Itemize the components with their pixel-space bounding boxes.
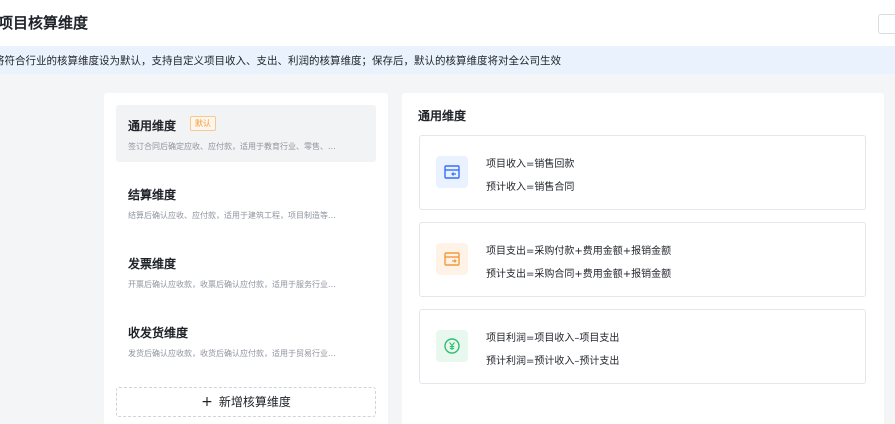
top-bar: 项目核算维度 xyxy=(0,0,895,46)
income-icon xyxy=(436,156,468,188)
plus-icon: + xyxy=(201,394,213,410)
add-dimension-button[interactable]: + 新增核算维度 xyxy=(116,387,376,417)
dimension-item-general[interactable]: 通用维度 默认 签订合同后确定应收、应付款，适用于教育行业、零售、... xyxy=(116,105,376,162)
default-badge: 默认 xyxy=(190,116,216,131)
dimension-item-invoice[interactable]: 发票维度 开票后确认应收款，收票后确认应付款，适用于服务行业... xyxy=(116,243,376,300)
dimension-desc: 签订合同后确定应收、应付款，适用于教育行业、零售、... xyxy=(128,142,336,151)
income-formula-card: 项目收入=销售回款 预计收入=销售合同 xyxy=(419,135,866,210)
formula-line: 预计支出=采购合同+费用金额+报销金额 xyxy=(486,269,672,280)
dimension-desc: 开票后确认应收款，收票后确认应付款，适用于服务行业... xyxy=(128,280,336,289)
formula-line: 预计利润=预计收入–预计支出 xyxy=(486,356,620,367)
add-dimension-label: 新增核算维度 xyxy=(218,395,291,409)
top-right-button[interactable] xyxy=(878,14,895,34)
dimension-list-panel: 通用维度 默认 签订合同后确定应收、应付款，适用于教育行业、零售、... 结算维… xyxy=(104,93,388,424)
dimension-title: 结算维度 xyxy=(128,188,177,202)
expense-formula-card: 项目支出=采购付款+费用金额+报销金额 预计支出=采购合同+费用金额+报销金额 xyxy=(419,222,866,297)
dimension-desc: 发货后确认应收款，收货后确认应付款，适用于贸易行业... xyxy=(128,349,336,358)
info-text: 将符合行业的核算维度设为默认，支持自定义项目收入、支出、利润的核算维度；保存后，… xyxy=(0,55,561,67)
profit-icon xyxy=(436,330,468,362)
formula-line: 项目利润=项目收入–项目支出 xyxy=(486,333,620,344)
expense-icon xyxy=(436,243,468,275)
page-title: 项目核算维度 xyxy=(0,14,89,32)
dimension-item-settlement[interactable]: 结算维度 结算后确认应收、应付款，适用于建筑工程，项目制造等... xyxy=(116,174,376,231)
dimension-title: 发票维度 xyxy=(128,257,177,271)
profit-formula-card: 项目利润=项目收入–项目支出 预计利润=预计收入–预计支出 xyxy=(419,309,866,384)
dimension-title: 通用维度 xyxy=(128,119,177,133)
dimension-title: 收发货维度 xyxy=(128,326,189,340)
formula-line: 预计收入=销售合同 xyxy=(486,182,575,193)
detail-title: 通用维度 xyxy=(418,109,467,123)
info-banner: 将符合行业的核算维度设为默认，支持自定义项目收入、支出、利润的核算维度；保存后，… xyxy=(0,46,895,74)
formula-line: 项目收入=销售回款 xyxy=(486,159,575,170)
dimension-item-shipping[interactable]: 收发货维度 发货后确认应收款，收货后确认应付款，适用于贸易行业... xyxy=(116,312,376,369)
dimension-desc: 结算后确认应收、应付款，适用于建筑工程，项目制造等... xyxy=(128,211,336,220)
formula-line: 项目支出=采购付款+费用金额+报销金额 xyxy=(486,246,672,257)
dimension-detail-panel: 通用维度 项目收入=销售回款 预计收入=销售合同 项目支出=采购付款+费用金额+… xyxy=(402,93,884,424)
